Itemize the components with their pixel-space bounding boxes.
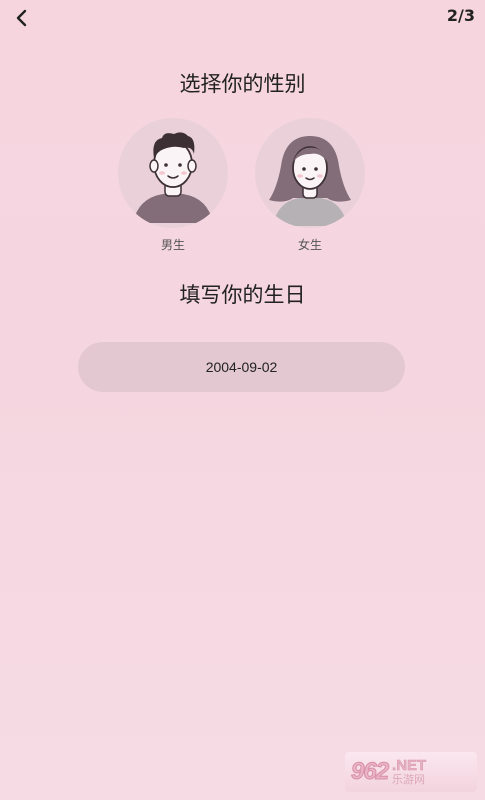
birthday-date-field[interactable]: 2004-09-02 [78,342,405,392]
watermark-logo: 962 .NET 乐游网 [345,752,477,792]
birthday-title: 填写你的生日 [179,283,306,307]
male-option[interactable] [118,118,228,228]
top-bar: 2/3 [0,0,485,34]
female-option[interactable] [255,118,365,228]
watermark-net: .NET [392,757,427,774]
gender-title: 选择你的性别 [179,72,306,96]
female-label: 女生 [297,238,322,252]
watermark-number: 962 [350,758,389,786]
male-label: 男生 [160,238,185,252]
watermark-site: 乐游网 [392,774,426,786]
back-button[interactable] [8,4,36,32]
birthday-date-value: 2004-09-02 [205,359,278,375]
male-avatar-icon [133,132,213,223]
chevron-left-icon [16,9,27,27]
step-indicator: 2/3 [446,6,475,25]
female-avatar-icon [269,136,351,226]
